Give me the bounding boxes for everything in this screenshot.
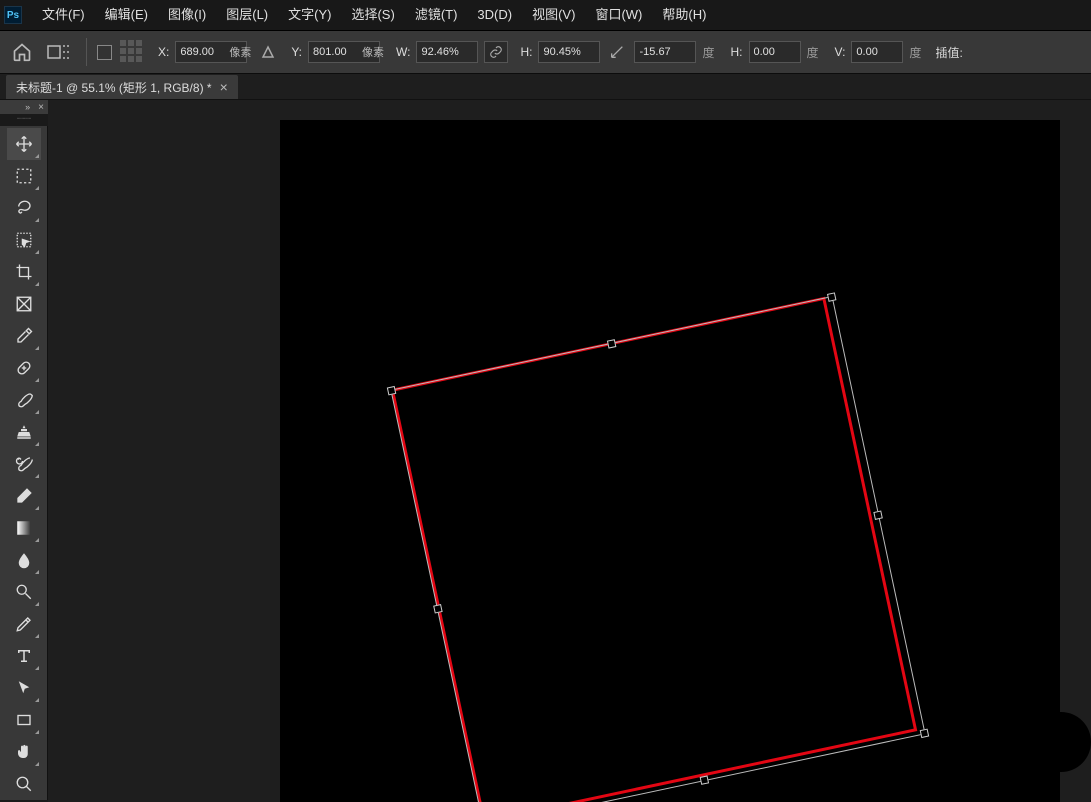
angle-input[interactable] — [634, 41, 696, 63]
angle-degree-label: 度 — [702, 44, 714, 61]
skew-v-degree-label: 度 — [909, 44, 921, 61]
path-selection-tool[interactable] — [7, 672, 41, 704]
menu-layer[interactable]: 图层(L) — [216, 0, 278, 30]
options-bar: X: 像素 Y: 像素 W: H: 度 H: 度 V: 度 插值: — [0, 30, 1091, 74]
collapse-arrows-icon[interactable]: » — [25, 102, 30, 112]
skew-v-label: V: — [835, 45, 846, 59]
assistant-bubble-icon[interactable] — [1031, 712, 1091, 772]
y-input[interactable] — [308, 41, 380, 63]
document-tab[interactable]: 未标题-1 @ 55.1% (矩形 1, RGB/8) * × — [6, 75, 238, 99]
document-canvas[interactable] — [280, 120, 1060, 802]
menu-filter[interactable]: 滤镜(T) — [405, 0, 468, 30]
transform-handle-tl[interactable] — [387, 386, 396, 395]
menu-select[interactable]: 选择(S) — [341, 0, 404, 30]
eyedropper-tool[interactable] — [7, 320, 41, 352]
x-input[interactable] — [175, 41, 247, 63]
h-input[interactable] — [538, 41, 600, 63]
menu-image[interactable]: 图像(I) — [158, 0, 216, 30]
link-aspect-icon[interactable] — [484, 41, 508, 63]
skew-h-label: H: — [731, 45, 743, 59]
w-input[interactable] — [416, 41, 478, 63]
document-tab-title: 未标题-1 @ 55.1% (矩形 1, RGB/8) * — [16, 79, 212, 96]
tool-bar — [0, 126, 48, 800]
rectangular-marquee-tool[interactable] — [7, 160, 41, 192]
healing-tool[interactable] — [7, 352, 41, 384]
close-icon[interactable]: × — [220, 79, 228, 95]
h-label: H: — [520, 45, 532, 59]
separator — [86, 38, 87, 66]
move-tool[interactable] — [7, 128, 41, 160]
toolbar-close-icon[interactable]: × — [38, 102, 44, 113]
transform-handle-ml[interactable] — [433, 604, 442, 613]
menu-view[interactable]: 视图(V) — [522, 0, 585, 30]
zoom-tool[interactable] — [7, 768, 41, 800]
app-logo-icon: Ps — [4, 6, 22, 24]
object-selection-tool[interactable] — [7, 224, 41, 256]
transform-handle-tr[interactable] — [827, 292, 836, 301]
menu-type[interactable]: 文字(Y) — [278, 0, 341, 30]
toggle-reference-checkbox[interactable] — [97, 45, 112, 60]
frame-tool[interactable] — [7, 288, 41, 320]
home-icon[interactable] — [6, 36, 38, 68]
menu-edit[interactable]: 编辑(E) — [95, 0, 158, 30]
hand-tool[interactable] — [7, 736, 41, 768]
history-brush-tool[interactable] — [7, 448, 41, 480]
menu-help[interactable]: 帮助(H) — [652, 0, 716, 30]
reference-point-grid-icon[interactable] — [118, 38, 146, 66]
brush-tool[interactable] — [7, 384, 41, 416]
dodge-tool[interactable] — [7, 576, 41, 608]
type-tool[interactable] — [7, 640, 41, 672]
skew-v-input[interactable] — [851, 41, 903, 63]
transform-handle-bm[interactable] — [700, 775, 709, 784]
menu-window[interactable]: 窗口(W) — [585, 0, 652, 30]
toolbar-header: » × — [0, 100, 48, 114]
transform-handle-br[interactable] — [920, 729, 929, 738]
crop-tool[interactable] — [7, 256, 41, 288]
lasso-tool[interactable] — [7, 192, 41, 224]
rotate-icon — [606, 36, 628, 68]
skew-h-degree-label: 度 — [807, 44, 819, 61]
menu-file[interactable]: 文件(F) — [32, 0, 95, 30]
eraser-tool[interactable] — [7, 480, 41, 512]
w-label: W: — [396, 45, 410, 59]
menu-3d[interactable]: 3D(D) — [467, 0, 522, 30]
interpolate-label: 插值: — [935, 44, 962, 61]
gradient-tool[interactable] — [7, 512, 41, 544]
transform-handle-mr[interactable] — [873, 510, 882, 519]
pen-tool[interactable] — [7, 608, 41, 640]
delta-toggle-icon[interactable] — [257, 36, 279, 68]
x-label: X: — [158, 45, 169, 59]
transform-mode-icon[interactable] — [44, 36, 76, 68]
canvas-area[interactable] — [48, 100, 1091, 802]
workspace: » × ┈┈┈ — [0, 100, 1091, 802]
toolbar-drag-handle[interactable]: ┈┈┈ — [0, 114, 48, 126]
transform-bounding-box[interactable] — [390, 296, 925, 802]
document-tab-strip: 未标题-1 @ 55.1% (矩形 1, RGB/8) * × — [0, 74, 1091, 100]
blur-tool[interactable] — [7, 544, 41, 576]
skew-h-input[interactable] — [749, 41, 801, 63]
transform-handle-tm[interactable] — [607, 339, 616, 348]
clone-stamp-tool[interactable] — [7, 416, 41, 448]
menu-bar: Ps 文件(F) 编辑(E) 图像(I) 图层(L) 文字(Y) 选择(S) 滤… — [0, 0, 1091, 30]
rectangle-shape-tool[interactable] — [7, 704, 41, 736]
y-label: Y: — [291, 45, 302, 59]
